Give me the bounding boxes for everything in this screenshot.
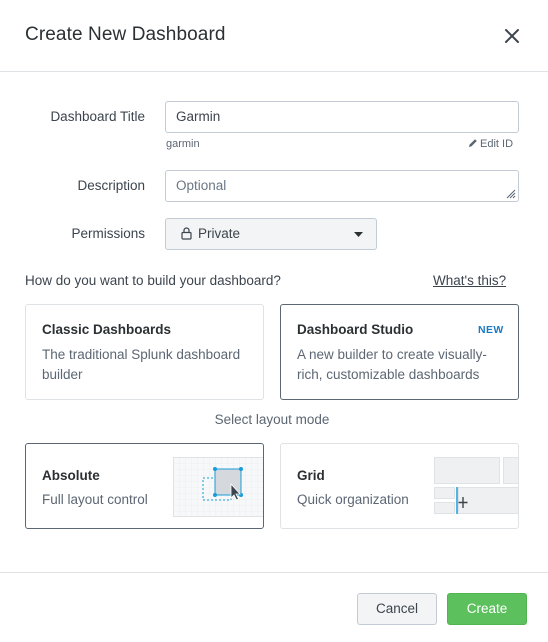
dashboard-id: garmin	[166, 138, 200, 150]
edit-id-label: Edit ID	[480, 138, 514, 150]
edit-id-link[interactable]: Edit ID	[468, 138, 513, 150]
option-title: Dashboard Studio	[297, 322, 414, 337]
dialog-header: Create New Dashboard	[0, 0, 548, 72]
create-button[interactable]: Create	[447, 593, 527, 625]
new-badge: NEW	[478, 324, 504, 336]
grid-layout-option[interactable]: Grid Quick organization	[280, 443, 519, 529]
cancel-button[interactable]: Cancel	[357, 593, 437, 625]
permissions-label: Permissions	[71, 226, 145, 241]
lock-icon	[181, 227, 192, 240]
dashboard-title-label: Dashboard Title	[50, 109, 145, 124]
option-description: A new builder to create visually-rich, c…	[297, 347, 487, 382]
description-label: Description	[77, 178, 145, 193]
option-title: Classic Dashboards	[42, 322, 172, 337]
permissions-value: Private	[198, 226, 241, 241]
build-question: How do you want to build your dashboard?	[25, 273, 281, 288]
permissions-select[interactable]: Private	[165, 218, 377, 250]
classic-dashboards-option[interactable]: Classic Dashboards The traditional Splun…	[25, 304, 264, 400]
option-description: The traditional Splunk dashboard builder	[42, 347, 241, 382]
absolute-layout-option[interactable]: Absolute Full layout control	[25, 443, 264, 529]
absolute-layout-illustration	[173, 457, 263, 517]
description-placeholder: Optional	[176, 178, 227, 193]
dashboard-title-input[interactable]: Garmin	[165, 101, 519, 133]
option-title: Absolute	[42, 468, 100, 483]
whats-this-link[interactable]: What's this?	[433, 273, 506, 288]
close-icon[interactable]	[500, 24, 524, 48]
caret-down-icon	[354, 232, 363, 237]
layout-mode-heading: Select layout mode	[214, 412, 330, 427]
dashboard-title-value: Garmin	[176, 109, 221, 124]
grid-layout-illustration	[434, 457, 518, 514]
dialog-edge	[543, 72, 548, 572]
pencil-icon	[469, 139, 477, 147]
dialog-title: Create New Dashboard	[25, 24, 226, 45]
dashboard-studio-option[interactable]: Dashboard Studio NEW A new builder to cr…	[280, 304, 519, 400]
description-field[interactable]: Optional	[165, 170, 519, 202]
resize-grip-icon[interactable]	[504, 187, 516, 199]
option-title: Grid	[297, 468, 325, 483]
